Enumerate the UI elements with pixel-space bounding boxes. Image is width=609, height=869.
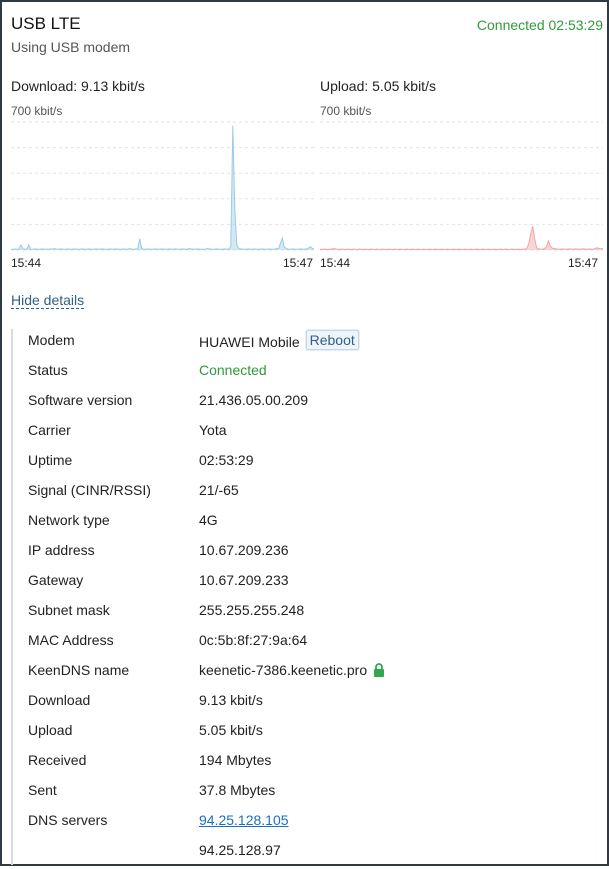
download-scale-label: 700 kbit/s	[11, 104, 63, 118]
detail-row-received: Received 194 Mbytes	[13, 749, 603, 779]
download-chart-end-time: 15:47	[283, 256, 314, 270]
detail-value: 21/-65	[199, 482, 239, 498]
connection-status: Connected 02:53:29	[476, 17, 603, 33]
interface-title: USB LTE	[11, 14, 81, 33]
hide-details-link[interactable]: Hide details	[11, 292, 85, 309]
usb-lte-panel: USB LTE Using USB modem Connected 02:53:…	[0, 0, 609, 866]
detail-label: Received	[28, 752, 87, 768]
upload-scale-label: 700 kbit/s	[320, 104, 372, 118]
detail-label: KeenDNS name	[28, 662, 130, 678]
detail-label: Signal (CINR/RSSI)	[28, 482, 151, 498]
detail-row-gateway: Gateway 10.67.209.233	[13, 569, 603, 599]
detail-label: Gateway	[28, 572, 84, 588]
detail-label: MAC Address	[28, 632, 114, 648]
detail-value: 9.13 kbit/s	[199, 692, 263, 708]
detail-row-subnet-mask: Subnet mask 255.255.255.248	[13, 599, 603, 629]
detail-label: Status	[28, 362, 68, 378]
detail-value: 0c:5b:8f:27:9a:64	[199, 632, 308, 648]
detail-row-uptime: Uptime 02:53:29	[13, 449, 603, 479]
detail-value: Yota	[199, 422, 227, 438]
upload-chart	[320, 121, 603, 251]
detail-row-mac-address: MAC Address 0c:5b:8f:27:9a:64	[13, 629, 603, 659]
detail-value: keenetic-7386.keenetic.pro	[199, 662, 385, 680]
detail-row-upload: Upload 5.05 kbit/s	[13, 719, 603, 749]
upload-chart-start-time: 15:44	[320, 256, 351, 270]
detail-row-keendns-name: KeenDNS name keenetic-7386.keenetic.pro	[13, 659, 603, 689]
detail-row-ip-address: IP address 10.67.209.236	[13, 539, 603, 569]
detail-value: 21.436.05.00.209	[199, 392, 308, 408]
chart-area	[11, 125, 314, 250]
detail-value: 194 Mbytes	[199, 752, 272, 768]
detail-row-dns-servers: DNS servers 94.25.128.105	[13, 809, 603, 839]
detail-label: Network type	[28, 512, 110, 528]
reboot-button[interactable]: Reboot	[305, 330, 359, 350]
detail-value: HUAWEI Mobile Reboot	[199, 330, 359, 352]
detail-value: 4G	[199, 512, 218, 528]
download-chart-start-time: 15:44	[11, 256, 42, 270]
lock-icon	[373, 663, 385, 680]
detail-label: DNS servers	[28, 812, 108, 828]
detail-row-modem: Modem HUAWEI Mobile Reboot	[13, 329, 603, 359]
download-chart-title: Download: 9.13 kbit/s	[11, 78, 145, 94]
detail-value: Connected	[199, 362, 267, 378]
detail-value: 02:53:29	[199, 452, 254, 468]
detail-row-network-type: Network type 4G	[13, 509, 603, 539]
detail-value: 10.67.209.236	[199, 542, 289, 558]
detail-row-dns-servers-secondary: 94.25.128.97	[13, 839, 603, 869]
detail-value: 5.05 kbit/s	[199, 722, 263, 738]
detail-label: Subnet mask	[28, 602, 110, 618]
modem-name: HUAWEI Mobile	[199, 334, 300, 350]
keendns-name-text: keenetic-7386.keenetic.pro	[199, 662, 368, 678]
detail-label: Download	[28, 692, 91, 708]
detail-label: Sent	[28, 782, 57, 798]
detail-label: IP address	[28, 542, 95, 558]
detail-value: 37.8 Mbytes	[199, 782, 276, 798]
detail-row-sent: Sent 37.8 Mbytes	[13, 779, 603, 809]
detail-row-status: Status Connected	[13, 359, 603, 389]
download-chart	[11, 121, 314, 251]
upload-chart-end-time: 15:47	[568, 256, 599, 270]
chart-series-line	[11, 125, 314, 251]
interface-subtitle: Using USB modem	[11, 39, 131, 55]
detail-value: 255.255.255.248	[199, 602, 305, 618]
detail-row-signal: Signal (CINR/RSSI) 21/-65	[13, 479, 603, 509]
detail-label: Uptime	[28, 452, 73, 468]
chart-series-line	[320, 226, 603, 251]
details-table: Modem HUAWEI Mobile Reboot Status Connect…	[11, 329, 603, 865]
upload-chart-title: Upload: 5.05 kbit/s	[320, 78, 436, 94]
detail-row-carrier: Carrier Yota	[13, 419, 603, 449]
dns-server-link[interactable]: 94.25.128.105	[199, 812, 289, 828]
detail-row-download: Download 9.13 kbit/s	[13, 689, 603, 719]
detail-label: Software version	[28, 392, 133, 408]
detail-value: 94.25.128.97	[199, 842, 281, 858]
chart-area	[320, 226, 603, 250]
detail-label: Upload	[28, 722, 73, 738]
detail-value: 10.67.209.233	[199, 572, 289, 588]
detail-row-software-version: Software version 21.436.05.00.209	[13, 389, 603, 419]
detail-label: Carrier	[28, 422, 71, 438]
detail-label: Modem	[28, 332, 75, 348]
